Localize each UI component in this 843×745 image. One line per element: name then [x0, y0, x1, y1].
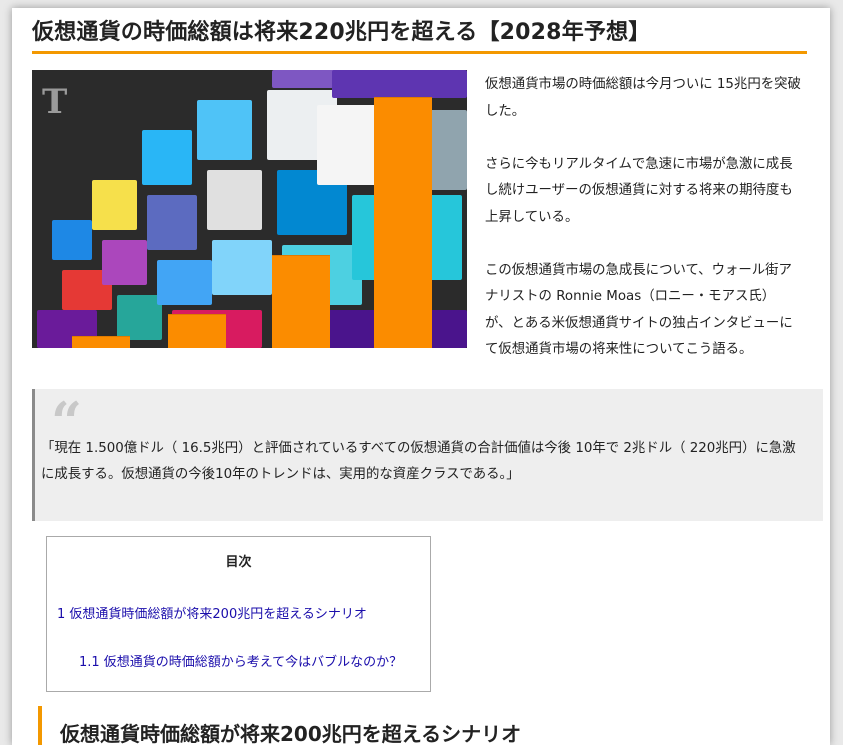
- article-page: 仮想通貨の時価総額は将来220兆円を超える【2028年予想】 T 仮想通貨市場の…: [12, 8, 830, 745]
- article-title: 仮想通貨の時価総額は将来220兆円を超える【2028年予想】: [32, 20, 651, 45]
- toc-link[interactable]: 1.1 仮想通貨の時価総額から考えて今はバブルなのか？: [79, 651, 402, 670]
- growth-bar: [374, 97, 432, 348]
- hero-tile: [142, 130, 192, 185]
- growth-bar: [168, 314, 226, 348]
- hero-tile: [197, 100, 252, 160]
- newspaper-logo-icon: T: [42, 82, 68, 122]
- hero-tile: [212, 240, 272, 295]
- quote-text: 「現在 1.500億ドル（ 16.5兆円）と評価されているすべての仮想通貨の合計…: [41, 441, 796, 482]
- title-underline: [32, 51, 807, 54]
- hero-tile: [147, 195, 197, 250]
- hero-tile: [157, 260, 212, 305]
- intro-text: 仮想通貨市場の時価総額は今月ついに 15兆円を突破した。 さらに今もリアルタイム…: [485, 72, 801, 390]
- growth-bar: [272, 255, 330, 348]
- hero-tile: [117, 295, 162, 340]
- intro-paragraph: さらに今もリアルタイムで急速に市場が急激に成長し続けユーザーの仮想通貨に対する将…: [485, 156, 793, 225]
- toc-title: 目次: [225, 555, 252, 570]
- blockquote: “ 「現在 1.500億ドル（ 16.5兆円）と評価されているすべての仮想通貨の…: [32, 389, 823, 521]
- intro-paragraph: この仮想通貨市場の急成長について、ウォール街アナリストの Ronnie Moas…: [485, 262, 793, 358]
- hero-tile: [332, 70, 467, 98]
- hero-tile: [427, 110, 467, 190]
- section-heading: 仮想通貨時価総額が将来200兆円を超えるシナリオ: [38, 706, 822, 745]
- hero-tile: [102, 240, 147, 285]
- intro-paragraph: 仮想通貨市場の時価総額は今月ついに 15兆円を突破した。: [485, 77, 801, 119]
- hero-tile: [52, 220, 92, 260]
- toc-link[interactable]: 1 仮想通貨時価総額が将来200兆円を超えるシナリオ: [57, 603, 367, 622]
- table-of-contents: 目次 1 仮想通貨時価総額が将来200兆円を超えるシナリオ 1.1 仮想通貨の時…: [46, 536, 431, 692]
- hero-tile: [92, 180, 137, 230]
- growth-bar: [72, 336, 130, 348]
- hero-image: T: [32, 70, 467, 348]
- section-heading-text: 仮想通貨時価総額が将来200兆円を超えるシナリオ: [60, 722, 522, 745]
- hero-tile: [207, 170, 262, 230]
